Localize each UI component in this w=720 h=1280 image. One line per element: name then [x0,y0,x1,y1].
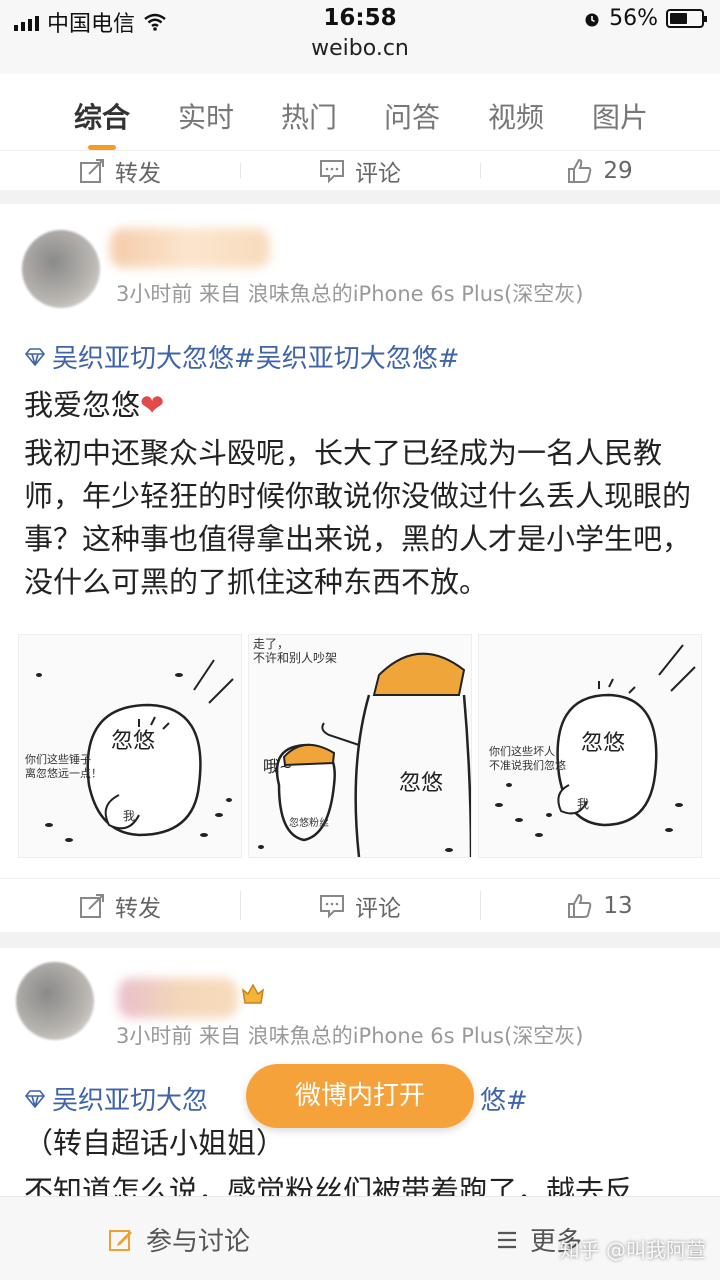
like-button[interactable]: 29 [480,151,720,190]
post-image[interactable]: 忽悠 你们这些坏人 不准说我们忽悠 我 [478,634,702,858]
image-caption-me: 我 [123,809,136,823]
avatar[interactable] [22,230,100,308]
repost-icon [79,893,105,919]
topic-text: 吴织亚切大忽悠#吴织亚切大忽悠# [52,344,460,374]
battery-group: 56% [583,6,707,31]
image-caption-small: 忽悠粉丝 [289,818,329,829]
username-blurred[interactable] [110,228,270,268]
image-caption-me: 我 [577,797,590,811]
post-meta: 3小时前 来自 浪味魚总的iPhone 6s Plus(深空灰) [116,1024,584,1048]
post-line1: 我爱忽悠❤ [24,384,694,427]
thumbs-up-icon [567,893,593,919]
thumbs-up-icon [567,158,593,184]
topic-link[interactable]: 吴织亚切大忽 [24,1080,208,1117]
heart-emoji: ❤ [140,388,165,422]
alarm-icon [585,13,599,26]
comment-button[interactable]: 评论 [240,879,480,932]
topic-text: 吴织亚切大忽 [52,1086,209,1116]
battery-fill [670,13,687,24]
post-line1: （转自超话小姐姐） [24,1126,286,1160]
comment-icon [319,158,345,184]
prev-post-actions: 转发 评论 29 [0,150,720,190]
tab-bar: 综合 实时 热门 问答 视频 图片 [0,74,720,154]
image-caption-big: 忽悠 [111,729,156,754]
repost-button[interactable]: 转发 [0,879,240,932]
post-line2: 不知道怎么说，感觉粉丝们被带着跑了，越去反 [24,1174,634,1198]
post-image[interactable]: 走了， 不许和别人吵架 哦~ 忽悠 忽悠粉丝 [248,634,472,858]
repost-label: 转发 [115,895,161,922]
like-count: 13 [603,892,633,919]
diamond-icon [24,1089,46,1108]
menu-icon [498,1231,516,1248]
tab-comprehensive[interactable]: 综合 [74,96,130,150]
image-caption-oh: 哦~ [263,757,293,776]
open-in-weibo-button[interactable]: 微博内打开 [246,1064,474,1128]
post-card: 3小时前 来自 浪味魚总的iPhone 6s Plus(深空灰) 吴织亚切大忽悠… [0,204,720,932]
status-bar: 中国电信 16:58 56% [0,0,720,37]
discuss-label: 参与讨论 [146,1227,251,1257]
topic-link-tail[interactable]: 悠# [480,1080,528,1117]
avatar[interactable] [16,962,94,1040]
meme-illustration [258,652,471,857]
repost-label: 转发 [115,160,161,187]
comment-icon [319,893,345,919]
image-caption-top: 走了， 不许和别人吵架 [253,637,338,665]
image-caption-small: 你们这些锤子 离忽悠远一点！ [25,753,102,780]
tab-qa[interactable]: 问答 [384,96,440,136]
post-actions: 转发 评论 13 [0,878,720,932]
battery-percent: 56% [609,6,658,31]
tab-video[interactable]: 视频 [488,96,544,136]
edit-icon [109,1229,132,1251]
repost-button[interactable]: 转发 [0,151,240,190]
like-count: 29 [603,157,633,184]
post-body: 我初中还聚众斗殴呢，长大了已经成为一名人民教师，年少轻狂的时候你敢说你没做过什么… [24,436,692,599]
repost-icon [79,158,105,184]
tab-realtime[interactable]: 实时 [178,96,234,136]
comment-label: 评论 [355,160,401,187]
battery-icon [666,9,707,28]
comment-button[interactable]: 评论 [240,151,480,190]
diamond-icon [24,347,46,366]
image-caption-big: 忽悠 [399,771,444,796]
post-image[interactable]: 忽悠 你们这些锤子 离忽悠远一点！ 我 [18,634,242,858]
watermark: 知乎 @叫我阿萱 [559,1238,706,1262]
topic-link[interactable]: 吴织亚切大忽悠#吴织亚切大忽悠# [24,338,460,375]
tab-hot[interactable]: 热门 [281,96,337,136]
image-caption-small: 你们这些坏人 不准说我们忽悠 [489,745,566,772]
tab-images[interactable]: 图片 [592,96,648,136]
url-bar[interactable]: weibo.cn [0,34,720,74]
image-grid: 忽悠 你们这些锤子 离忽悠远一点！ 我 走了， 不许和别人吵架 哦~ 忽悠 忽悠… [18,634,702,858]
post-line1-text: 我爱忽悠 [24,388,141,422]
image-caption-big: 忽悠 [581,731,626,756]
like-button[interactable]: 13 [480,879,720,932]
discuss-button[interactable]: 参与讨论 [108,1221,250,1258]
username-blurred[interactable] [118,978,238,1018]
post-meta: 3小时前 来自 浪味魚总的iPhone 6s Plus(深空灰) [116,282,584,306]
vip-badge-icon [241,983,265,1004]
comment-label: 评论 [355,895,401,922]
